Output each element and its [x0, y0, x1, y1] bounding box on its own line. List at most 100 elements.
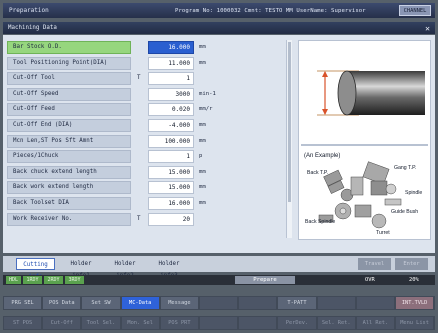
window-title: Preparation — [9, 7, 49, 14]
parameter-value-field[interactable]: 100.000 — [148, 134, 194, 148]
scrollbar-thumb[interactable] — [288, 42, 291, 202]
close-icon[interactable]: ✕ — [425, 24, 430, 33]
fkey-row1-10[interactable]: INT.TVLD — [396, 297, 434, 309]
illustration-pane: (An Example) Back T.P. Gang T.P. Spindle… — [298, 40, 431, 240]
parameter-value-field[interactable]: -4.000 — [148, 118, 194, 132]
fkey-row2-9[interactable]: All Ret. — [356, 317, 394, 329]
parameter-value-field[interactable]: 15.000 — [148, 165, 194, 179]
label-gang-tp: Gang T.P. — [394, 165, 417, 171]
parameter-unit: min-1 — [199, 90, 216, 97]
parameter-row[interactable]: Mcn Len,ST Pos Sft Amnt 100.000 mm — [7, 134, 284, 150]
fkey-row1-7[interactable]: T-PATT — [278, 297, 316, 309]
fkey-row2-1[interactable]: Cut-Off — [43, 317, 81, 329]
parameter-row[interactable]: Tool Positioning Point(DIA) 11.000 mm — [7, 56, 284, 72]
parameter-row[interactable]: Cut-Off Tool T 1 — [7, 71, 284, 87]
parameter-unit: mm — [199, 137, 206, 144]
label-back-spindle: Back Spindle — [305, 219, 336, 225]
parameter-label: Back work extend length — [7, 181, 131, 195]
parameter-unit: mm — [199, 184, 206, 191]
parameter-value-field[interactable]: 16.000 — [148, 41, 194, 54]
mode-indicator: Prepare — [235, 276, 295, 284]
function-keys-row1: PRG SEL POS Data Set SW MC-Data Message T-PAT… — [3, 296, 435, 310]
parameter-unit: mm/r — [199, 106, 213, 113]
parameter-value-field[interactable]: 1 — [148, 150, 194, 164]
label-guide-bush: Guide Bush — [391, 209, 419, 215]
parameter-row[interactable]: Bar Stock O.D. 16.000 mm — [7, 40, 284, 56]
fkey-row1-5[interactable] — [200, 297, 238, 309]
tab-bar: Cutting info Holder info1 Holder info2 H… — [3, 256, 435, 280]
title-bar: Preparation Program No: 1000032 Cmnt: TE… — [3, 3, 435, 18]
app-frame: Preparation Program No: 1000032 Cmnt: TE… — [0, 0, 438, 333]
label-spindle: Spindle — [405, 190, 423, 196]
parameter-unit: mm — [199, 59, 206, 66]
parameter-unit: mm — [199, 199, 206, 206]
fkey-row1-1[interactable]: POS Data — [43, 297, 81, 309]
parameter-row[interactable]: Cut-Off Feed 0.020 mm/r — [7, 102, 284, 118]
fkey-row2-3[interactable]: Mon. Sel — [121, 317, 159, 329]
parameter-row[interactable]: Cut-Off End (DIA) -4.000 mm — [7, 118, 284, 134]
fkey-row2-7[interactable]: PerDev. — [278, 317, 316, 329]
travel-button[interactable]: Travel — [358, 258, 391, 270]
parameter-label: Back Toolset DIA — [7, 196, 131, 210]
parameter-label: Work Receiver No. — [7, 212, 131, 226]
parameter-value-field[interactable]: 1 — [148, 72, 194, 86]
fkey-row2-2[interactable]: Tool Sel. — [82, 317, 120, 329]
fkey-row1-2[interactable]: Set SW — [82, 297, 120, 309]
label-turret: Turret — [376, 230, 390, 236]
parameter-label: Cut-Off End (DIA) — [7, 118, 131, 132]
fkey-row1-6[interactable] — [239, 297, 277, 309]
fkey-row1-0[interactable]: PRG SEL — [4, 297, 42, 309]
status-3rdy: 3RDY — [65, 276, 84, 284]
parameter-row[interactable]: Work Receiver No. T 20 — [7, 212, 284, 228]
status-1rdy: 1RDY — [23, 276, 42, 284]
tab-holder-info1[interactable]: Holder info1 — [61, 258, 101, 279]
parameter-value-field[interactable]: 16.000 — [148, 196, 194, 210]
parameter-value-field[interactable]: 0.020 — [148, 103, 194, 117]
fkey-row2-8[interactable]: Sel. Ret. — [317, 317, 355, 329]
parameter-row[interactable]: Pieces/1Chuck 1 p — [7, 149, 284, 165]
fkey-row1-4[interactable]: Message — [160, 297, 198, 309]
parameter-label: Back chuck extend length — [7, 165, 131, 179]
parameter-row[interactable]: Back chuck extend length 15.000 mm — [7, 165, 284, 181]
tab-holder-info2[interactable]: Holder info2 — [105, 258, 145, 279]
fkey-row2-6[interactable] — [239, 317, 277, 329]
override-percent: 20% — [409, 277, 419, 283]
scrollbar[interactable] — [286, 40, 292, 238]
parameter-row[interactable]: Back work extend length 15.000 mm — [7, 180, 284, 196]
parameter-label: Mcn Len,ST Pos Sft Amnt — [7, 134, 131, 148]
label-back-tp: Back T.P. — [307, 170, 329, 176]
parameter-label: Cut-Off Feed — [7, 103, 131, 117]
override-label: OVR — [365, 277, 375, 283]
parameter-value-field[interactable]: 15.000 — [148, 181, 194, 195]
tab-cutting-info[interactable]: Cutting info — [16, 258, 55, 280]
tab-holder-info3[interactable]: Holder info3 — [149, 258, 189, 279]
parameter-unit: mm — [199, 121, 206, 128]
fkey-row2-4[interactable]: POS PRT — [160, 317, 198, 329]
parameter-list: Bar Stock O.D. 16.000 mm Tool Positioning P… — [7, 40, 284, 227]
parameter-label: Tool Positioning Point(DIA) — [7, 56, 131, 70]
function-keys-row2: ST POS Cut-Off Tool Sel. Mon. Sel POS PRT Per… — [3, 316, 435, 330]
parameter-value-field[interactable]: 3000 — [148, 87, 194, 101]
parameter-row[interactable]: Back Toolset DIA 16.000 mm — [7, 196, 284, 212]
fkey-row2-5[interactable] — [200, 317, 238, 329]
pane-divider — [301, 144, 428, 146]
fkey-row2-0[interactable]: ST POS — [4, 317, 42, 329]
parameter-label: Cut-Off Speed — [7, 87, 131, 101]
fkey-row1-9[interactable] — [356, 297, 394, 309]
parameter-row[interactable]: Cut-Off Speed 3000 min-1 — [7, 87, 284, 103]
panel-header: Machining Data ✕ — [3, 22, 435, 34]
fkey-row2-10[interactable]: Menu List — [396, 317, 434, 329]
machining-data-panel: Bar Stock O.D. 16.000 mm Tool Positioning P… — [3, 35, 435, 253]
parameter-unit: mm — [199, 44, 206, 50]
fkey-row1-3[interactable]: MC-Data — [121, 297, 159, 309]
enter-button[interactable]: Enter — [395, 258, 428, 270]
parameter-value-field[interactable]: 11.000 — [148, 56, 194, 70]
status-bar: HDL 1RDY 2RDY 3RDY Prepare OVR 20% — [3, 275, 435, 285]
program-info: Program No: 1000032 Cmnt: TESTO MM UserN… — [175, 7, 366, 14]
fkey-row1-8[interactable] — [317, 297, 355, 309]
parameter-label: Pieces/1Chuck — [7, 150, 131, 164]
parameter-unit: p — [199, 153, 203, 160]
parameter-label: Cut-Off Tool — [7, 72, 131, 86]
channel-button[interactable]: CHANNEL — [399, 5, 431, 16]
parameter-value-field[interactable]: 20 — [148, 212, 194, 226]
